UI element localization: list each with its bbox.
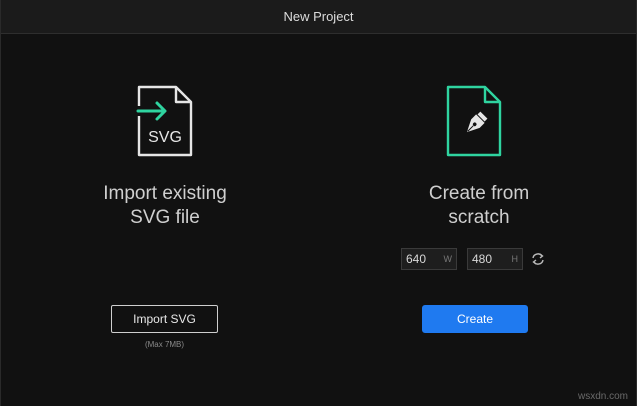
watermark: wsxdn.com bbox=[577, 391, 628, 402]
window-titlebar: New Project bbox=[1, 0, 636, 34]
width-input[interactable] bbox=[402, 249, 446, 269]
canvas-size-row: W H bbox=[401, 247, 545, 271]
max-size-note: (Max 7MB) bbox=[144, 340, 185, 349]
width-field[interactable]: W bbox=[401, 248, 457, 270]
import-svg-button[interactable]: Import SVG bbox=[111, 305, 218, 333]
create-panel: Create from scratch W H Create bbox=[319, 34, 637, 406]
new-project-window: New Project SVG Import existing SVG file… bbox=[0, 0, 637, 406]
svg-import-file-icon: SVG bbox=[136, 85, 193, 157]
pen-tool-file-icon bbox=[446, 85, 502, 157]
height-unit-label: H bbox=[511, 254, 519, 264]
swap-icon[interactable] bbox=[531, 252, 545, 266]
height-input[interactable] bbox=[468, 249, 512, 269]
window-title: New Project bbox=[283, 9, 354, 24]
width-unit-label: W bbox=[443, 254, 453, 264]
create-button[interactable]: Create bbox=[422, 305, 528, 333]
svg-icon-label: SVG bbox=[148, 129, 182, 146]
import-panel: SVG Import existing SVG file Import SVG … bbox=[1, 34, 319, 406]
import-title: Import existing SVG file bbox=[103, 183, 227, 228]
height-field[interactable]: H bbox=[467, 248, 523, 270]
create-title: Create from scratch bbox=[428, 183, 530, 228]
